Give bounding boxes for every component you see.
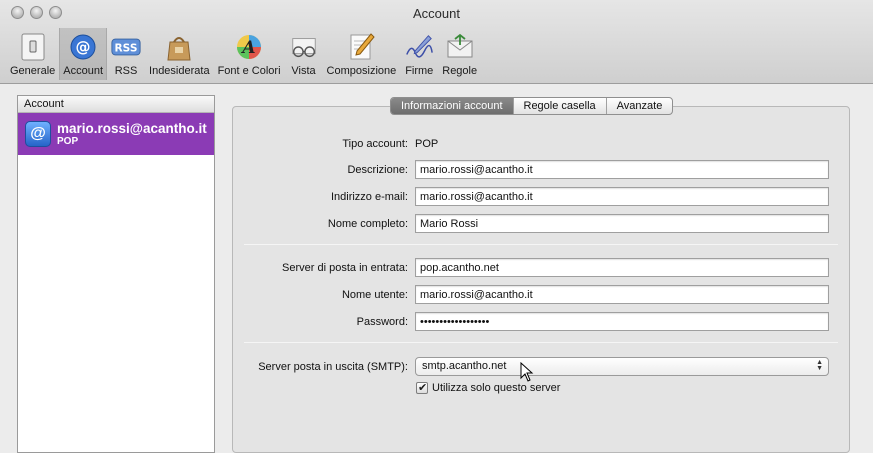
fullname-input[interactable] [415, 214, 829, 233]
email-label: Indirizzo e-mail: [330, 191, 408, 203]
tab-regole-casella[interactable]: Regole casella [514, 98, 607, 114]
account-details-panel [232, 106, 850, 453]
toolbar-item-indesiderata[interactable]: Indesiderata [145, 28, 214, 80]
password-label: Password: [356, 316, 408, 328]
at-sign-icon: @ [25, 121, 51, 147]
svg-text:RSS: RSS [115, 42, 138, 54]
toolbar-label: Vista [291, 65, 316, 77]
junk-bag-icon [164, 32, 194, 62]
signature-pen-icon [404, 32, 434, 62]
sidebar-header: Account [18, 96, 214, 113]
toolbar-item-vista[interactable]: Vista [285, 28, 323, 80]
toolbar-label: Account [63, 65, 104, 77]
tab-informazioni-account[interactable]: Informazioni account [391, 98, 514, 114]
preferences-toolbar: Generale @ Account RSS RSS Indesiderata … [6, 28, 481, 80]
fullname-label: Nome completo: [327, 218, 408, 230]
toolbar-item-rss[interactable]: RSS RSS [107, 28, 145, 80]
smtp-label: Server posta in uscita (SMTP): [258, 361, 408, 373]
select-arrows-icon: ▲ ▼ [816, 359, 823, 372]
at-sign-icon: @ [68, 32, 98, 62]
rss-icon: RSS [111, 32, 141, 62]
only-server-label: Utilizza solo questo server [432, 382, 561, 394]
tab-bar: Informazioni account Regole casella Avan… [390, 97, 674, 115]
section-divider [244, 244, 838, 245]
toolbar-item-generale[interactable]: Generale [6, 28, 59, 80]
view-glasses-icon [289, 32, 319, 62]
compose-pencil-icon [346, 32, 376, 62]
only-server-option[interactable]: Utilizza solo questo server [416, 381, 561, 394]
font-colors-icon: A [234, 32, 264, 62]
toolbar-item-account[interactable]: @ Account [59, 28, 108, 80]
rules-envelope-icon [445, 32, 475, 62]
account-type-label: Tipo account: [342, 138, 408, 150]
svg-text:A: A [240, 38, 255, 58]
toolbar-item-firme[interactable]: Firme [400, 28, 438, 80]
toolbar-label: Firme [405, 65, 434, 77]
svg-text:@: @ [76, 38, 91, 56]
password-input[interactable] [415, 312, 829, 331]
description-input[interactable] [415, 160, 829, 179]
smtp-server-select[interactable]: smtp.acantho.net ▲ ▼ [415, 357, 829, 376]
toolbar-item-composizione[interactable]: Composizione [323, 28, 401, 80]
incoming-server-label: Server di posta in entrata: [282, 262, 408, 274]
toolbar-label: RSS [114, 65, 138, 77]
only-server-checkbox[interactable] [416, 381, 428, 394]
toolbar-item-font-colori[interactable]: A Font e Colori [214, 28, 285, 80]
window-title: Account [413, 6, 460, 21]
toolbar-label: Regole [442, 65, 478, 77]
toolbar-label: Composizione [326, 65, 397, 77]
username-input[interactable] [415, 285, 829, 304]
description-label: Descrizione: [347, 164, 408, 176]
username-label: Nome utente: [341, 289, 408, 301]
account-type-value: POP [415, 138, 439, 150]
tab-avanzate[interactable]: Avanzate [607, 98, 673, 114]
toolbar-label: Indesiderata [149, 65, 210, 77]
smtp-selected-value: smtp.acantho.net [422, 360, 507, 372]
incoming-server-input[interactable] [415, 258, 829, 277]
mouse-pointer-icon [520, 361, 534, 385]
toolbar-item-regole[interactable]: Regole [438, 28, 481, 80]
email-input[interactable] [415, 187, 829, 206]
toolbar-label: Font e Colori [217, 65, 281, 77]
section-divider [244, 342, 838, 343]
preferences-window: Account Generale @ Account RSS RSS Indes… [0, 0, 873, 453]
titlebar-toolbar: Account Generale @ Account RSS RSS Indes… [0, 0, 873, 84]
toolbar-label: Generale [10, 65, 56, 77]
account-name: mario.rossi@acantho.it [57, 120, 207, 136]
light-switch-icon [18, 32, 48, 62]
